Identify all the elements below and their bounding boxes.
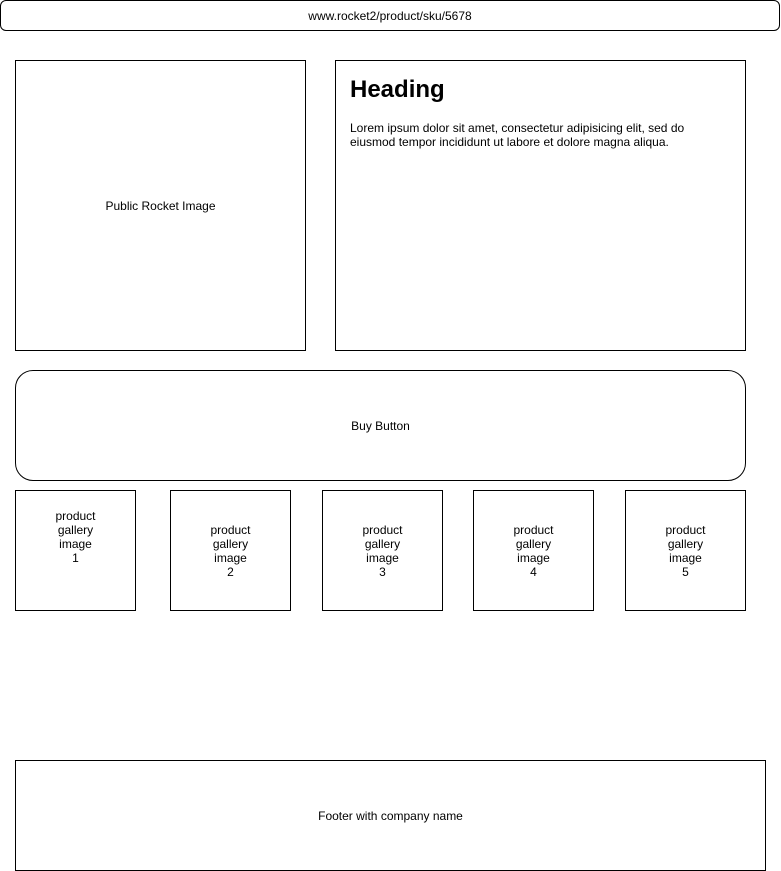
gallery-image-label: product gallery image 5: [661, 523, 711, 579]
gallery-label-line: image: [669, 550, 702, 565]
gallery-label-line: image: [517, 550, 550, 565]
footer-label: Footer with company name: [318, 808, 463, 823]
gallery-label-line: 4: [530, 564, 537, 579]
gallery-label-line: image: [59, 537, 92, 551]
gallery-label-line: gallery: [212, 536, 249, 551]
gallery-label-line: product: [513, 522, 554, 537]
footer: Footer with company name: [15, 760, 766, 871]
product-info-panel: Heading Lorem ipsum dolor sit amet, cons…: [335, 60, 746, 351]
hero-image-label: Public Rocket Image: [105, 198, 216, 213]
gallery-image-2[interactable]: product gallery image 2: [170, 490, 291, 611]
gallery-label-line: gallery: [515, 536, 552, 551]
buy-button[interactable]: Buy Button: [15, 370, 746, 481]
product-description: Lorem ipsum dolor sit amet, consectetur …: [350, 121, 685, 149]
gallery-image-label: product gallery image 1: [51, 509, 101, 565]
url-bar[interactable]: www.rocket2/product/sku/5678: [0, 0, 780, 31]
gallery-label-line: image: [366, 550, 399, 565]
gallery-label-line: 3: [379, 564, 386, 579]
gallery-image-3[interactable]: product gallery image 3: [322, 490, 443, 611]
gallery-label-line: 1: [72, 551, 79, 565]
gallery-label-line: product: [362, 522, 403, 537]
gallery-image-label: product gallery image 3: [358, 523, 408, 579]
product-heading: Heading: [350, 76, 445, 103]
gallery-label-line: 2: [227, 564, 234, 579]
gallery-label-line: gallery: [57, 523, 94, 537]
gallery-image-1[interactable]: product gallery image 1: [15, 490, 136, 611]
hero-image-placeholder: Public Rocket Image: [15, 60, 306, 351]
gallery-image-label: product gallery image 4: [509, 523, 559, 579]
url-text: www.rocket2/product/sku/5678: [308, 8, 472, 23]
gallery-label-line: 5: [682, 564, 689, 579]
gallery-label-line: product: [210, 522, 251, 537]
gallery-label-line: image: [214, 550, 247, 565]
gallery-label-line: gallery: [667, 536, 704, 551]
buy-button-label: Buy Button: [351, 418, 410, 433]
gallery-label-line: product: [55, 509, 96, 523]
gallery-image-4[interactable]: product gallery image 4: [473, 490, 594, 611]
gallery-image-label: product gallery image 2: [206, 523, 256, 579]
gallery-image-5[interactable]: product gallery image 5: [625, 490, 746, 611]
gallery-label-line: gallery: [364, 536, 401, 551]
gallery-label-line: product: [665, 522, 706, 537]
